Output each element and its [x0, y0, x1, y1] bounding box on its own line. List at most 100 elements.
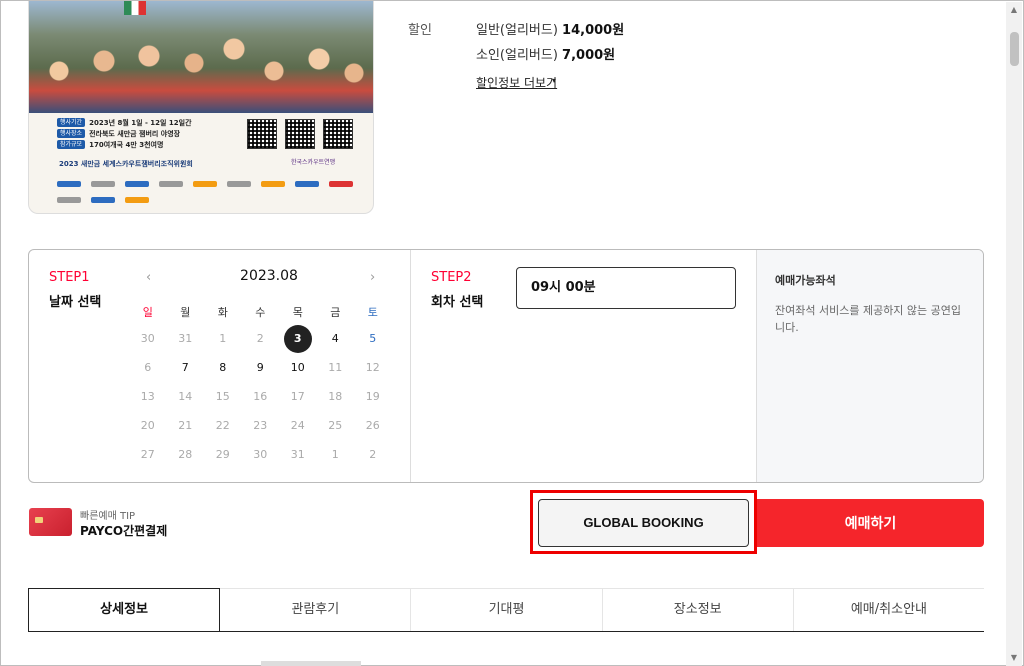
- payco-card-icon: [29, 508, 72, 536]
- poster-flag: [124, 1, 146, 15]
- book-button[interactable]: 예매하기: [757, 499, 984, 547]
- vertical-scrollbar[interactable]: ▲ ▼: [1006, 2, 1022, 666]
- calendar-day: 2: [369, 448, 377, 461]
- calendar-next-icon[interactable]: ›: [370, 270, 375, 285]
- global-booking-button[interactable]: GLOBAL BOOKING: [538, 499, 749, 547]
- calendar-day: 1: [219, 332, 227, 345]
- sponsor-logo: [193, 181, 217, 187]
- calendar-day[interactable]: 10: [279, 353, 317, 382]
- poster-info-value: 2023년 8월 1일 - 12일 12일간: [89, 118, 192, 127]
- calendar-day: 21: [178, 419, 193, 432]
- weekday-label: 월: [180, 306, 191, 319]
- qr-code-icon: [285, 119, 315, 149]
- divider: [410, 250, 411, 482]
- qr-code-icon: [247, 119, 277, 149]
- sponsor-logo: [57, 197, 81, 203]
- calendar-day: 19: [365, 390, 380, 403]
- poster-info-row: 행사기간 2023년 8월 1일 - 12일 12일간: [57, 118, 257, 127]
- weekday-label: 수: [255, 306, 266, 319]
- poster-photo: [29, 1, 373, 113]
- calendar-day: 31: [290, 448, 305, 461]
- sponsor-logo: [159, 181, 183, 187]
- calendar-day: 1: [331, 448, 339, 461]
- poster-info-value: 170여개국 4만 3천여명: [89, 140, 164, 149]
- calendar-day: 20: [140, 419, 155, 432]
- sponsor-logo: [295, 181, 319, 187]
- discount-label: 할인: [408, 23, 432, 38]
- calendar-week: 13 14 15 16 17 18 19: [129, 382, 391, 411]
- calendar-day: 12: [365, 361, 380, 374]
- discount-more-link[interactable]: 할인정보 더보기: [476, 74, 557, 91]
- caret-down-icon[interactable]: ▾: [552, 76, 556, 85]
- tab-expectations[interactable]: 기대평: [411, 588, 603, 631]
- calendar-day[interactable]: 4: [317, 324, 355, 353]
- calendar-week: 30 31 1 2 3 4 5: [129, 324, 391, 353]
- content-fragment: [261, 661, 361, 666]
- calendar-day: 31: [178, 332, 193, 345]
- calendar-prev-icon[interactable]: ‹: [146, 270, 151, 285]
- price-value: 7,000원: [562, 48, 616, 63]
- weekday-label: 목: [292, 306, 303, 319]
- sponsor-logo: [125, 197, 149, 203]
- calendar-week: 20 21 22 23 24 25 26: [129, 411, 391, 440]
- sponsor-logo: [329, 181, 353, 187]
- step1-title: 날짜 선택: [49, 295, 102, 310]
- scroll-thumb[interactable]: [1010, 32, 1019, 66]
- calendar-grid: 일 월 화 수 목 금 토 30 31 1 2 3 4 5 6 7 8 9 10…: [129, 302, 391, 469]
- calendar-day[interactable]: 9: [242, 353, 280, 382]
- step1: STEP1 날짜 선택: [49, 270, 101, 310]
- calendar-day: 29: [215, 448, 230, 461]
- calendar-day[interactable]: 8: [204, 353, 242, 382]
- calendar-day: 28: [178, 448, 193, 461]
- calendar-day: 30: [253, 448, 268, 461]
- session-time-button[interactable]: 09시 00분: [516, 267, 736, 309]
- quick-booking-tip: 빠른예매 TIP: [80, 511, 136, 522]
- tab-detail-info[interactable]: 상세정보: [28, 588, 221, 631]
- scroll-up-icon[interactable]: ▲: [1006, 2, 1022, 18]
- tab-reviews[interactable]: 관람후기: [220, 588, 412, 631]
- calendar-day-selected[interactable]: 3: [279, 324, 317, 353]
- poster-info-tag: 행사장소: [57, 129, 86, 138]
- calendar-day: 13: [140, 390, 155, 403]
- sponsor-logo: [57, 181, 81, 187]
- sponsor-logo: [125, 181, 149, 187]
- weekday-label: 화: [217, 306, 228, 319]
- calendar-day: 6: [144, 361, 152, 374]
- qr-code-icon: [323, 119, 353, 149]
- poster-info-row: 참가규모 170여개국 4만 3천여명: [57, 140, 257, 149]
- calendar-day[interactable]: 5: [354, 324, 392, 353]
- weekday-label: 토: [367, 306, 378, 319]
- calendar-day: 14: [178, 390, 193, 403]
- price-row: 소인(얼리버드) 7,000원: [476, 44, 615, 63]
- tab-booking-cancel-info[interactable]: 예매/취소안내: [793, 588, 985, 631]
- sponsor-logo: [261, 181, 285, 187]
- calendar-day: 25: [328, 419, 343, 432]
- tab-venue-info[interactable]: 장소정보: [602, 588, 794, 631]
- calendar-day[interactable]: 7: [167, 353, 205, 382]
- calendar-day: 17: [290, 390, 305, 403]
- scroll-down-icon[interactable]: ▼: [1006, 650, 1022, 666]
- organizer-left: 2023 새만금 세계스카우트잼버리조직위원회: [59, 160, 193, 168]
- calendar-weekday-row: 일 월 화 수 목 금 토: [129, 302, 391, 324]
- browser-frame: 행사기간 2023년 8월 1일 - 12일 12일간 행사장소 전라북도 새만…: [0, 0, 1024, 666]
- calendar-day: 27: [140, 448, 155, 461]
- price-value: 14,000원: [562, 23, 625, 38]
- calendar-day: 23: [253, 419, 268, 432]
- price-name: 일반(얼리버드): [476, 23, 558, 38]
- selected-day-label[interactable]: 3: [283, 325, 312, 353]
- calendar-day: 11: [328, 361, 343, 374]
- sponsor-logos: [57, 181, 357, 209]
- sponsor-logo: [91, 181, 115, 187]
- calendar-day: 16: [253, 390, 268, 403]
- payco-label: PAYCO간편결제: [80, 524, 168, 538]
- seat-availability-panel: 예매가능좌석 잔여좌석 서비스를 제공하지 않는 공연입니다.: [756, 250, 983, 482]
- price-name: 소인(얼리버드): [476, 48, 558, 63]
- seat-title: 예매가능좌석: [775, 274, 836, 287]
- qr-codes: [247, 119, 353, 149]
- calendar-day: 30: [140, 332, 155, 345]
- calendar-month-title: 2023.08: [240, 268, 298, 284]
- poster-info-row: 행사장소 전라북도 새만금 잼버리 야영장: [57, 129, 257, 138]
- detail-tabs: 상세정보 관람후기 기대평 장소정보 예매/취소안내: [28, 588, 985, 632]
- calendar-day: 26: [365, 419, 380, 432]
- seat-description: 잔여좌석 서비스를 제공하지 않는 공연입니다.: [775, 304, 962, 334]
